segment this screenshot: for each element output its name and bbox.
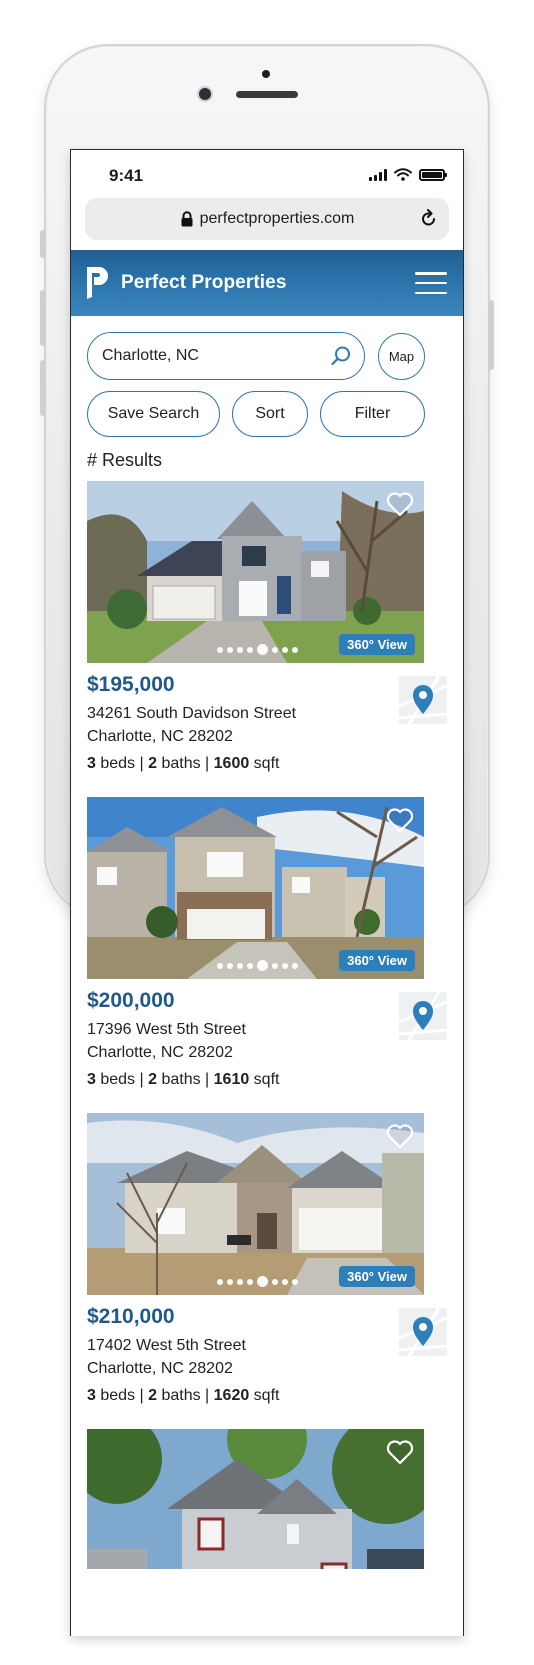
photo-carousel-dots[interactable] xyxy=(217,1276,298,1287)
mute-switch xyxy=(40,230,46,258)
address-bar-url: perfectproperties.com xyxy=(199,210,355,227)
app-header: Perfect Properties xyxy=(71,250,463,316)
baths-label: baths | xyxy=(157,1071,214,1088)
360-view-badge[interactable]: 360° View xyxy=(339,634,415,655)
filter-button[interactable]: Filter xyxy=(320,391,425,437)
listing-card[interactable]: 360° View $210,000 17402 West 5th Street… xyxy=(87,1113,447,1405)
phone-screen: 9:41 perfectproperties.com Perfect Prope… xyxy=(70,149,464,1636)
action-buttons: Save Search Sort Filter xyxy=(87,391,447,437)
brand-name[interactable]: Perfect Properties xyxy=(121,272,286,294)
sort-button[interactable]: Sort xyxy=(232,391,308,437)
results-count: # Results xyxy=(87,450,163,470)
listing-photo[interactable]: 360° View xyxy=(87,797,424,979)
beds-label: beds | xyxy=(95,1387,149,1404)
wifi-icon xyxy=(394,168,412,181)
search-row: Charlotte, NC Map xyxy=(87,332,447,380)
listing-street: 17396 West 5th Street xyxy=(87,1021,246,1038)
lock-icon xyxy=(181,211,193,227)
listing-price: $200,000 xyxy=(87,989,175,1012)
sqft-label: sqft xyxy=(249,1071,280,1088)
photo-carousel-dots[interactable] xyxy=(217,644,298,655)
map-pin-thumbnail-icon[interactable] xyxy=(399,676,447,724)
listing-specs: 3 beds | 2 baths | 1610 sqft xyxy=(87,1071,447,1089)
save-search-button[interactable]: Save Search xyxy=(87,391,220,437)
beds-count: 3 xyxy=(87,1387,96,1404)
battery-icon xyxy=(419,168,447,181)
beds-label: beds | xyxy=(95,755,149,772)
beds-count: 3 xyxy=(87,1071,96,1088)
reload-icon[interactable] xyxy=(421,209,437,227)
power-button xyxy=(488,300,494,370)
baths-count: 2 xyxy=(148,1387,157,1404)
browser-chrome: perfectproperties.com xyxy=(71,198,463,250)
listing-price: $210,000 xyxy=(87,1305,175,1328)
front-camera xyxy=(199,88,211,100)
map-view-button[interactable]: Map xyxy=(378,332,425,380)
main-content: Charlotte, NC Map Save Search Sort Filte… xyxy=(71,332,463,1569)
listing-photo[interactable] xyxy=(87,1429,424,1569)
listing-card[interactable]: 360° View $195,000 34261 South Davidson … xyxy=(87,481,447,773)
search-icon[interactable] xyxy=(330,345,352,367)
listing-info: $210,000 17402 West 5th Street Charlotte… xyxy=(87,1295,447,1405)
favorite-heart-icon[interactable] xyxy=(386,1439,414,1465)
listing-photo[interactable]: 360° View xyxy=(87,1113,424,1295)
sqft-count: 1610 xyxy=(213,1071,250,1088)
listing-price: $195,000 xyxy=(87,673,175,696)
360-view-badge[interactable]: 360° View xyxy=(339,950,415,971)
listing-info: $200,000 17396 West 5th Street Charlotte… xyxy=(87,979,447,1089)
house-photo xyxy=(87,1429,424,1569)
status-bar: 9:41 xyxy=(71,150,463,198)
map-pin-thumbnail-icon[interactable] xyxy=(399,992,447,1040)
beds-count: 3 xyxy=(87,755,96,772)
listing-city: Charlotte, NC 28202 xyxy=(87,728,233,745)
listing-street: 17402 West 5th Street xyxy=(87,1337,246,1354)
map-pin-thumbnail-icon[interactable] xyxy=(399,1308,447,1356)
listing-specs: 3 beds | 2 baths | 1600 sqft xyxy=(87,755,447,773)
listing-city: Charlotte, NC 28202 xyxy=(87,1360,233,1377)
listing-info: $195,000 34261 South Davidson Street Cha… xyxy=(87,663,447,773)
sqft-count: 1620 xyxy=(213,1387,250,1404)
sqft-count: 1600 xyxy=(213,755,250,772)
listing-photo[interactable]: 360° View xyxy=(87,481,424,663)
sqft-label: sqft xyxy=(249,755,280,772)
address-bar[interactable]: perfectproperties.com xyxy=(85,198,449,240)
beds-label: beds | xyxy=(95,1071,149,1088)
volume-up-button xyxy=(40,290,46,346)
listing-address: 17396 West 5th Street Charlotte, NC 2820… xyxy=(87,1018,447,1064)
hamburger-menu-icon[interactable] xyxy=(415,272,447,294)
360-view-badge[interactable]: 360° View xyxy=(339,1266,415,1287)
favorite-heart-icon[interactable] xyxy=(386,1123,414,1149)
baths-count: 2 xyxy=(148,1071,157,1088)
favorite-heart-icon[interactable] xyxy=(386,807,414,833)
front-sensor xyxy=(262,70,270,78)
earpiece-speaker xyxy=(236,91,298,98)
sqft-label: sqft xyxy=(249,1387,280,1404)
status-time: 9:41 xyxy=(109,166,144,185)
listing-address: 17402 West 5th Street Charlotte, NC 2820… xyxy=(87,1334,447,1380)
listing-specs: 3 beds | 2 baths | 1620 sqft xyxy=(87,1387,447,1405)
brand-logo-icon[interactable] xyxy=(85,265,111,301)
baths-label: baths | xyxy=(157,755,214,772)
baths-count: 2 xyxy=(148,755,157,772)
listing-city: Charlotte, NC 28202 xyxy=(87,1044,233,1061)
listing-card[interactable]: 360° View $200,000 17396 West 5th Street… xyxy=(87,797,447,1089)
listing-card[interactable] xyxy=(87,1429,447,1569)
location-search-input[interactable]: Charlotte, NC xyxy=(87,332,365,380)
baths-label: baths | xyxy=(157,1387,214,1404)
listing-address: 34261 South Davidson Street Charlotte, N… xyxy=(87,702,447,748)
search-value: Charlotte, NC xyxy=(102,347,199,364)
favorite-heart-icon[interactable] xyxy=(386,491,414,517)
cell-signal-icon xyxy=(369,168,387,181)
photo-carousel-dots[interactable] xyxy=(217,960,298,971)
volume-down-button xyxy=(40,360,46,416)
status-icons xyxy=(369,168,447,181)
listing-street: 34261 South Davidson Street xyxy=(87,705,297,722)
